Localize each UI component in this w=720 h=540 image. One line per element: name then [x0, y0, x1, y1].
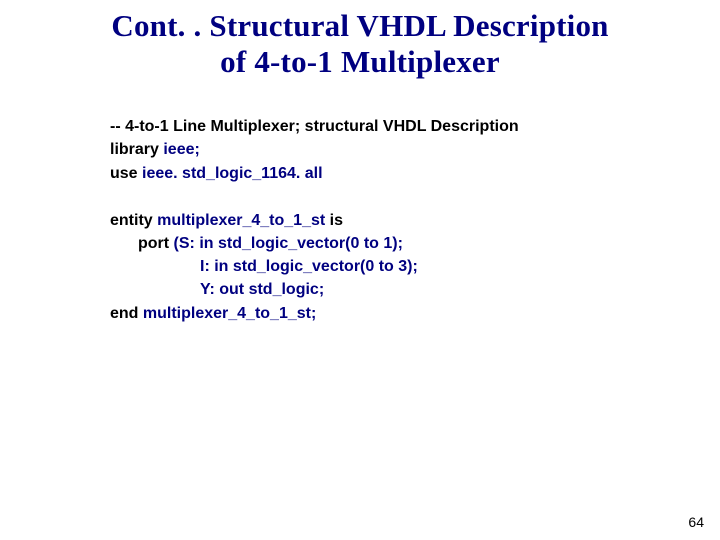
code-line: Y: out std_logic;	[110, 278, 720, 301]
code-line: end multiplexer_4_to_1_st;	[110, 302, 720, 325]
code-line: port (S: in std_logic_vector(0 to 1);	[110, 232, 720, 255]
code-ident: I: in std_logic_vector(0 to 3);	[200, 258, 418, 275]
code-ident: ieee;	[163, 141, 199, 158]
code-line: -- 4-to-1 Line Multiplexer; structural V…	[110, 115, 720, 138]
code-line: library ieee;	[110, 138, 720, 161]
code-text: -- 4-to-1 Line Multiplexer; structural V…	[110, 118, 519, 135]
code-keyword: port	[138, 235, 174, 252]
slide-title: Cont. . Structural VHDL Description of 4…	[0, 0, 720, 79]
code-keyword: use	[110, 165, 142, 182]
code-line: I: in std_logic_vector(0 to 3);	[110, 255, 720, 278]
entity-block: entity multiplexer_4_to_1_st is port (S:…	[110, 209, 720, 325]
code-keyword: is	[330, 212, 343, 229]
code-ident: Y: out std_logic;	[200, 281, 324, 298]
code-ident: ieee. std_logic_1164. all	[142, 165, 323, 182]
code-keyword: library	[110, 141, 163, 158]
title-line-1: Cont. . Structural VHDL Description	[18, 8, 702, 44]
page-number: 64	[688, 514, 704, 530]
code-keyword: entity	[110, 212, 157, 229]
code-line: use ieee. std_logic_1164. all	[110, 162, 720, 185]
code-ident: multiplexer_4_to_1_st;	[143, 305, 316, 322]
title-line-2: of 4-to-1 Multiplexer	[18, 44, 702, 80]
code-keyword: end	[110, 305, 143, 322]
code-line: entity multiplexer_4_to_1_st is	[110, 209, 720, 232]
code-ident: (S: in std_logic_vector(0 to 1);	[174, 235, 403, 252]
code-ident: multiplexer_4_to_1_st	[157, 212, 330, 229]
code-block: -- 4-to-1 Line Multiplexer; structural V…	[0, 79, 720, 325]
slide: Cont. . Structural VHDL Description of 4…	[0, 0, 720, 540]
